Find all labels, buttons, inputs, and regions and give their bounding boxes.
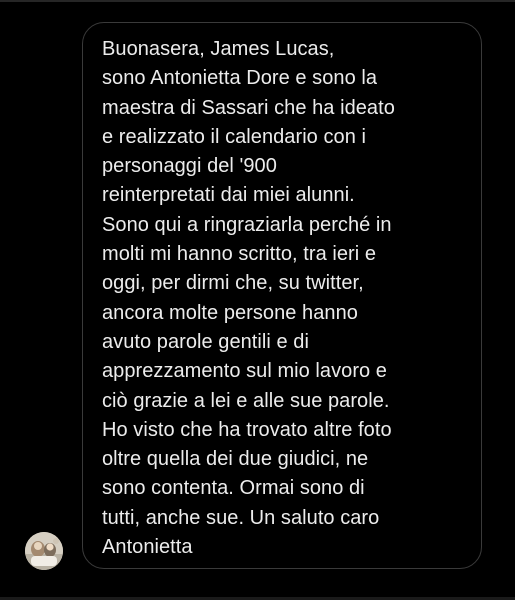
message-line: oltre quella dei due giudici, ne — [102, 448, 369, 471]
message-bubble[interactable]: Buonasera, James Lucas, sono Antonietta … — [82, 22, 482, 569]
message-line: Ho visto che ha trovato altre foto — [102, 418, 392, 441]
message-line: ancora molte persone hanno — [102, 301, 358, 324]
message-line: Antonietta — [102, 536, 193, 559]
message-line: apprezzamento sul mio lavoro e — [102, 360, 387, 383]
profile-photo-icon — [25, 532, 63, 570]
message-line: sono contenta. Ormai sono di — [102, 477, 365, 500]
message-line: molti mi hanno scritto, tra ieri e — [102, 243, 377, 266]
message-line: ciò grazie a lei e alle sue parole. — [102, 389, 390, 412]
message-line: oggi, per dirmi che, su twitter, — [102, 272, 364, 295]
message-line: maestra di Sassari che ha ideato — [102, 96, 395, 119]
message-line: avuto parole gentili e di — [102, 330, 309, 353]
message-line: reinterpretati dai miei alunni. — [102, 184, 355, 207]
message-line: e realizzato il calendario con i — [102, 125, 366, 148]
message-line: tutti, anche sue. Un saluto caro — [102, 506, 380, 529]
sender-avatar[interactable] — [25, 532, 63, 570]
top-edge — [0, 0, 515, 2]
message-line: sono Antonietta Dore e sono la — [102, 67, 378, 90]
message-line: Sono qui a ringraziarla perché in — [102, 213, 392, 236]
message-line: personaggi del '900 — [102, 155, 277, 178]
message-line: Buonasera, James Lucas, — [102, 38, 335, 60]
